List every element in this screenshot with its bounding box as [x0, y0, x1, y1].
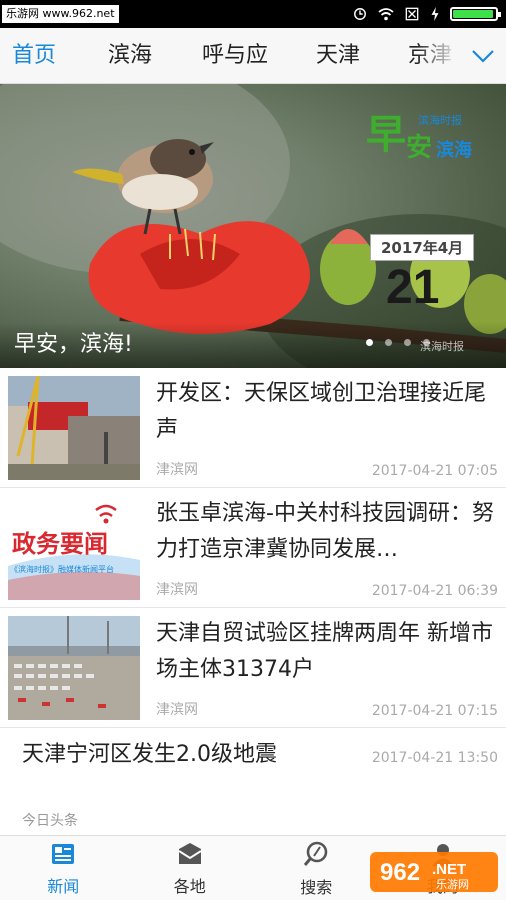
news-item[interactable]: 政务要闻 《滨海时报》融媒体新闻平台 张玉卓滨海-中关村科技园调研：努力打造京津…	[0, 488, 506, 608]
hero-watermark: 滨海时报	[420, 338, 464, 354]
svg-text:962: 962	[380, 859, 420, 886]
alarm-icon	[352, 7, 368, 21]
hero-banner[interactable]: 早 安 滨海 滨海时报 2017年4月 21 早安，滨海! 滨海时报	[0, 84, 506, 368]
no-sim-icon	[404, 7, 420, 21]
svg-text:安: 安	[406, 133, 432, 162]
news-item[interactable]: 开发区：天保区域创卫治理接近尾声 津滨网 2017-04-21 07:05	[0, 368, 506, 488]
search-icon	[302, 840, 330, 868]
news-item[interactable]: 天津自贸试验区挂牌两周年 新增市场主体31374户 津滨网 2017-04-21…	[0, 608, 506, 728]
newspaper-icon	[50, 841, 76, 867]
hero-title: 早安，滨海!	[14, 326, 133, 358]
nav-news[interactable]: 新闻	[0, 836, 127, 901]
expand-tabs-button[interactable]	[460, 28, 506, 84]
nav-regions[interactable]: 各地	[127, 836, 254, 901]
svg-text:.NET: .NET	[432, 861, 466, 878]
charging-icon	[430, 7, 440, 21]
news-thumbnail	[8, 616, 140, 720]
news-source: 津滨网	[156, 459, 198, 479]
tab-tianjin[interactable]: 天津	[316, 28, 360, 84]
svg-text:乐游网: 乐游网	[436, 878, 469, 891]
news-time: 2017-04-21 07:15	[372, 703, 498, 719]
news-title: 天津自贸试验区挂牌两周年 新增市场主体31374户	[156, 616, 496, 688]
news-source: 津滨网	[156, 579, 198, 599]
news-title: 天津宁河区发生2.0级地震	[22, 736, 277, 768]
svg-text:早: 早	[366, 112, 406, 158]
category-tabbar: 首页 滨海 呼与应 天津 京津	[0, 28, 506, 84]
news-time: 2017-04-21 13:50	[372, 750, 498, 766]
nav-search[interactable]: 搜索	[253, 836, 380, 901]
headline-section-label: 今日头条	[22, 810, 78, 830]
news-source: 津滨网	[156, 699, 198, 719]
battery-icon	[450, 7, 498, 21]
tab-binhai[interactable]: 滨海	[108, 28, 152, 84]
site-watermark-logo: 962 .NET 乐游网	[370, 848, 498, 896]
day-number: 21	[386, 260, 439, 315]
nav-label: 搜索	[300, 874, 332, 898]
thumbnail-subcaption: 《滨海时报》融媒体新闻平台	[10, 564, 140, 575]
carousel-dot[interactable]	[385, 339, 392, 346]
svg-text:滨海: 滨海	[436, 139, 472, 161]
tab-home[interactable]: 首页	[12, 28, 56, 84]
status-bar: 乐游网 www.962.net	[0, 0, 506, 28]
mail-icon	[176, 841, 204, 867]
news-item-text-only[interactable]: 天津宁河区发生2.0级地震 2017-04-21 13:50	[0, 728, 506, 794]
carousel-dot[interactable]	[404, 339, 411, 346]
wifi-icon	[378, 7, 394, 21]
tab-huyuying[interactable]: 呼与应	[202, 28, 268, 84]
watermark-text: 乐游网 www.962.net	[2, 5, 119, 23]
news-time: 2017-04-21 07:05	[372, 463, 498, 479]
morning-binhai-logo: 早 安 滨海 滨海时报	[366, 104, 476, 162]
date-badge: 2017年4月	[370, 234, 474, 261]
news-thumbnail: 政务要闻 《滨海时报》融媒体新闻平台	[8, 496, 140, 600]
news-title: 开发区：天保区域创卫治理接近尾声	[156, 376, 496, 448]
thumbnail-caption: 政务要闻	[12, 524, 108, 559]
news-thumbnail	[8, 376, 140, 480]
news-title: 张玉卓滨海-中关村科技园调研：努力打造京津冀协同发展…	[156, 496, 496, 568]
carousel-dot[interactable]	[366, 339, 373, 346]
chevron-down-icon	[471, 49, 495, 63]
svg-text:滨海时报: 滨海时报	[418, 113, 462, 127]
nav-label: 各地	[174, 873, 206, 897]
nav-label: 新闻	[47, 873, 79, 897]
news-time: 2017-04-21 06:39	[372, 583, 498, 599]
